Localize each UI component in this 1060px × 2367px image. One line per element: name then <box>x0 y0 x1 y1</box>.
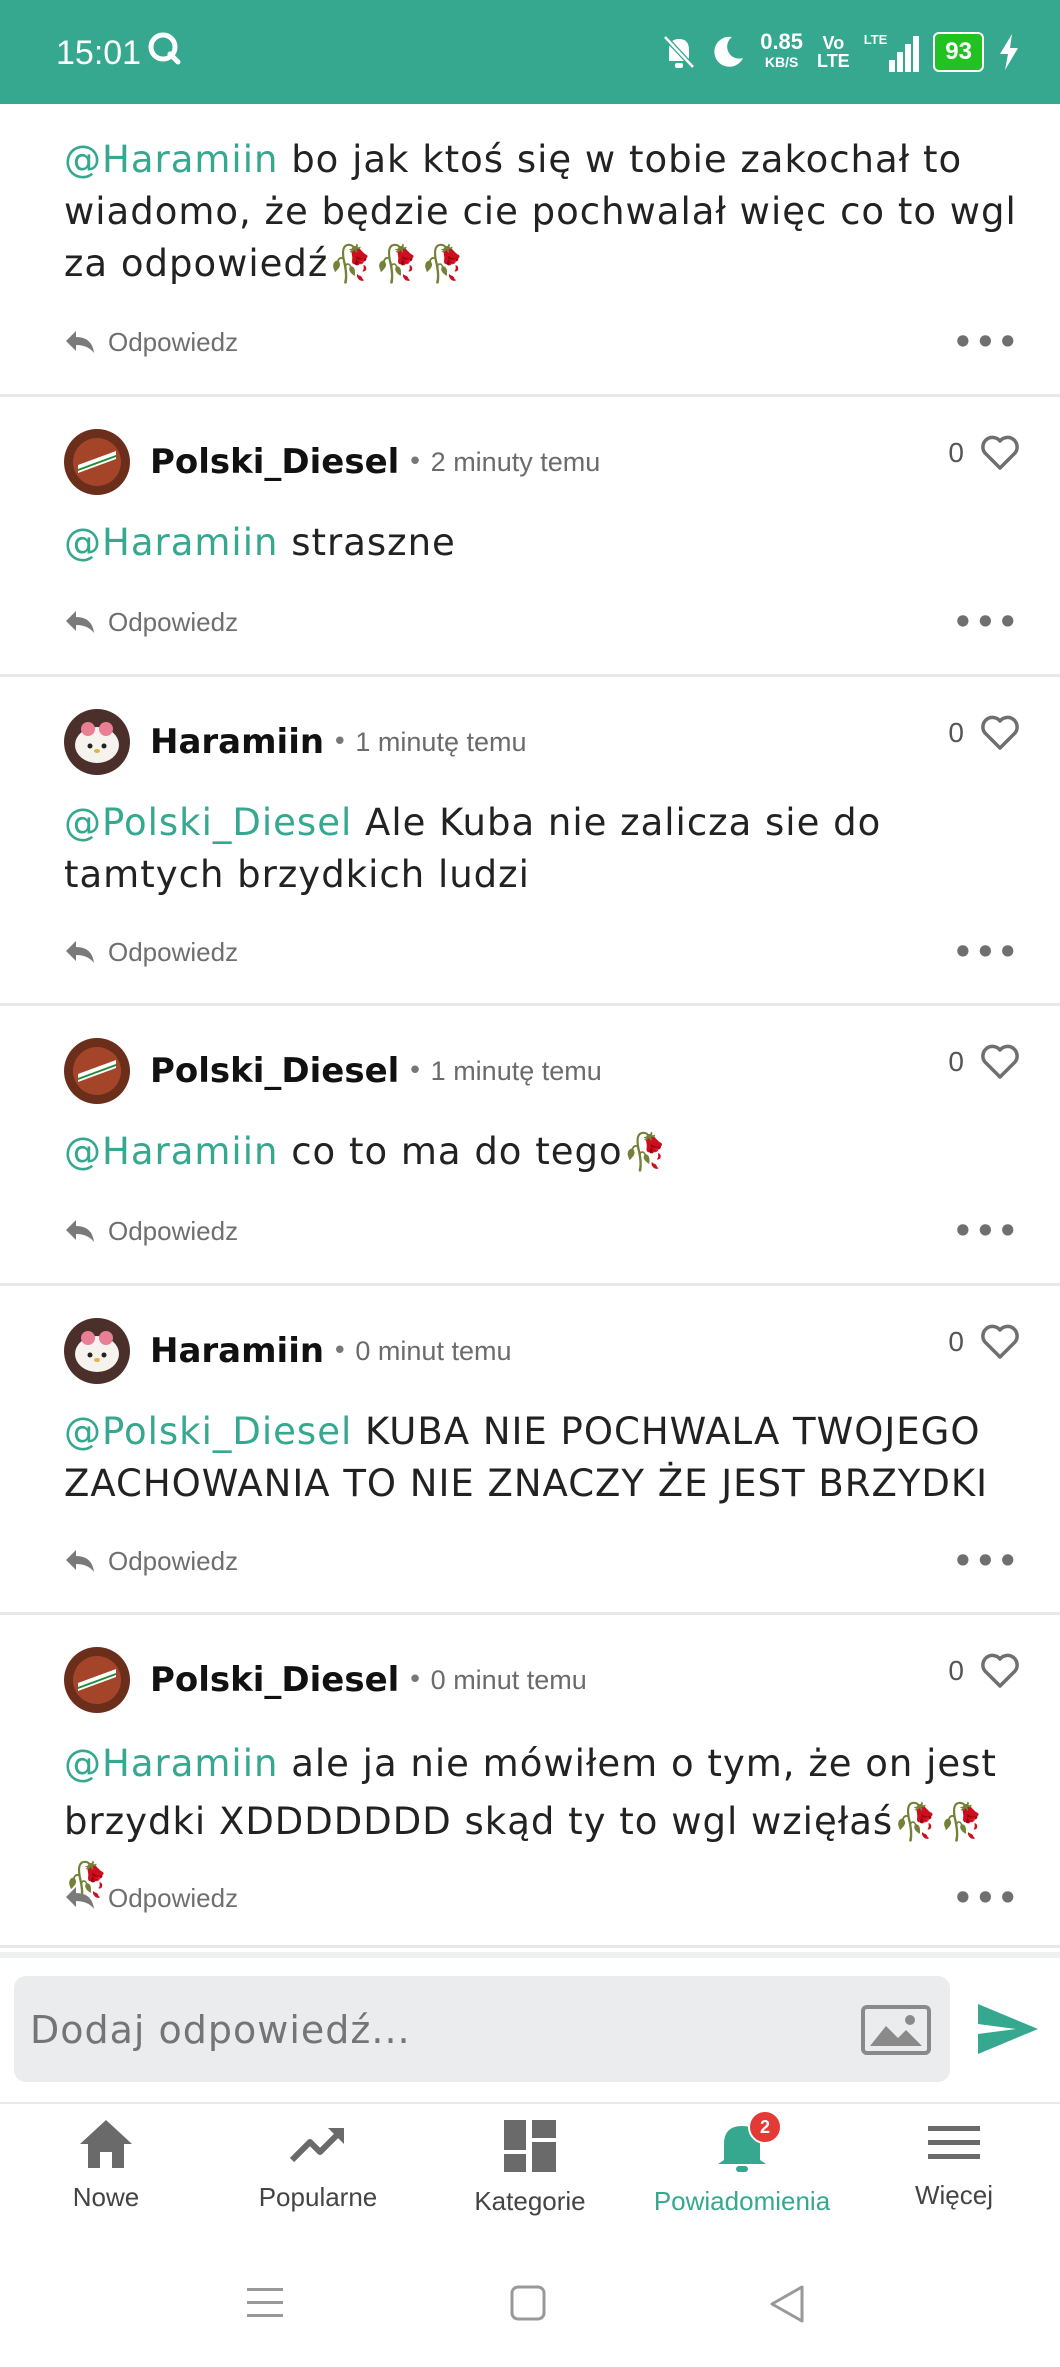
reply-icon <box>66 331 94 353</box>
comment-body: @Polski_Diesel Ale Kuba nie zalicza sie … <box>64 801 882 896</box>
app-notification-icon <box>148 32 181 65</box>
mention-link[interactable]: @Haramiin <box>64 1742 278 1785</box>
avatar[interactable] <box>64 1318 130 1384</box>
comment-item: @Haramiin bo jak ktoś się w tobie zakoch… <box>0 104 1060 397</box>
recent-apps-icon[interactable] <box>245 2284 285 2320</box>
charging-icon <box>1000 34 1018 70</box>
battery-indicator: 93 <box>933 32 984 72</box>
signal-icon: LTE <box>864 32 920 72</box>
like-count: 0 <box>948 1655 964 1686</box>
comment-body: @Haramiin straszne <box>64 521 456 564</box>
reply-button[interactable]: Odpowiedz <box>64 607 238 638</box>
comment-item: Haramiin • 1 minutę temu 0 @Polski_Diese… <box>0 677 1060 1006</box>
reply-icon <box>66 611 94 633</box>
system-navigation-bar <box>0 2232 1060 2367</box>
bottom-navigation: Nowe Popularne Kategorie 2 Powiadomienia <box>0 2102 1060 2234</box>
like-count: 0 <box>948 717 964 748</box>
menu-icon <box>928 2126 980 2159</box>
like-count: 0 <box>948 1326 964 1357</box>
more-options-button[interactable]: ••• <box>953 1542 1020 1580</box>
mention-link[interactable]: @Haramiin <box>64 1130 278 1173</box>
home-icon <box>80 2120 132 2168</box>
nav-item-nowe[interactable]: Nowe <box>0 2104 212 2234</box>
status-bar: 15:01 0.85 KB/S Vo LTE LTE 93 <box>0 0 1060 104</box>
reply-button[interactable]: Odpowiedz <box>64 937 238 968</box>
dashboard-icon <box>504 2120 556 2172</box>
comment-timestamp: 1 minutę temu <box>355 726 527 757</box>
comment-username[interactable]: Polski_Diesel <box>150 1051 399 1091</box>
heart-icon[interactable] <box>980 1653 1020 1689</box>
bell-muted-icon <box>663 35 696 69</box>
mention-link[interactable]: @Haramiin <box>64 521 278 564</box>
reply-input-container <box>14 1976 950 2084</box>
avatar[interactable] <box>64 1038 130 1104</box>
mention-link[interactable]: @Polski_Diesel <box>64 1410 352 1453</box>
reply-input[interactable] <box>28 1976 832 2084</box>
avatar[interactable] <box>64 1647 130 1713</box>
back-button-icon[interactable] <box>768 2284 806 2324</box>
reply-icon <box>66 941 94 963</box>
nav-item-kategorie[interactable]: Kategorie <box>424 2104 636 2234</box>
comment-body: @Haramiin co to ma do tego🥀 <box>64 1130 669 1173</box>
comment-item: Polski_Diesel • 1 minutę temu 0 @Haramii… <box>0 1006 1060 1286</box>
reply-icon <box>66 1887 94 1909</box>
more-options-button[interactable]: ••• <box>953 323 1020 361</box>
comment-item: Haramiin • 0 minut temu 0 @Polski_Diesel… <box>0 1286 1060 1615</box>
trending-icon <box>289 2127 345 2163</box>
wilted-rose-emoji: 🥀🥀🥀 <box>328 244 466 285</box>
avatar[interactable] <box>64 429 130 495</box>
comment-timestamp: 0 minut temu <box>430 1664 587 1695</box>
comment-username[interactable]: Haramiin <box>150 1331 324 1371</box>
nav-item-wiecej[interactable]: Więcej <box>848 2104 1060 2234</box>
heart-icon[interactable] <box>980 1044 1020 1080</box>
more-options-button[interactable]: ••• <box>953 933 1020 971</box>
moon-icon <box>714 36 744 67</box>
more-options-button[interactable]: ••• <box>953 1212 1020 1250</box>
like-count: 0 <box>948 1046 964 1077</box>
more-options-button[interactable]: ••• <box>953 603 1020 641</box>
reply-button[interactable]: Odpowiedz <box>64 1883 238 1914</box>
comment-username[interactable]: Polski_Diesel <box>150 442 399 482</box>
heart-icon[interactable] <box>980 435 1020 471</box>
nav-item-powiadomienia[interactable]: 2 Powiadomienia <box>636 2104 848 2234</box>
status-time: 15:01 <box>56 34 142 72</box>
notification-badge: 2 <box>748 2110 782 2144</box>
reply-button[interactable]: Odpowiedz <box>64 1216 238 1247</box>
mention-link[interactable]: @Polski_Diesel <box>64 801 352 844</box>
comment-timestamp: 0 minut temu <box>355 1335 512 1366</box>
home-button-icon[interactable] <box>509 2284 547 2322</box>
reply-composer <box>0 1952 1060 2108</box>
network-speed: 0.85 KB/S <box>760 29 804 71</box>
comment-timestamp: 1 minutę temu <box>430 1055 602 1086</box>
reply-icon <box>66 1220 94 1242</box>
reply-icon <box>66 1550 94 1572</box>
comment-body: @Polski_Diesel KUBA NIE POCHWALA TWOJEGO… <box>64 1410 989 1505</box>
like-count: 0 <box>948 437 964 468</box>
image-upload-icon[interactable] <box>860 2004 932 2056</box>
wilted-rose-emoji: 🥀 <box>622 1132 669 1173</box>
avatar[interactable] <box>64 709 130 775</box>
comment-item: Polski_Diesel • 2 minuty temu 0 @Haramii… <box>0 397 1060 677</box>
more-options-button[interactable]: ••• <box>953 1879 1020 1917</box>
comment-body: @Haramiin bo jak ktoś się w tobie zakoch… <box>64 138 1017 285</box>
comment-item: Polski_Diesel • 0 minut temu 0 @Haramiin… <box>0 1615 1060 1948</box>
heart-icon[interactable] <box>980 715 1020 751</box>
reply-button[interactable]: Odpowiedz <box>64 1546 238 1577</box>
comment-username[interactable]: Polski_Diesel <box>150 1660 399 1700</box>
send-icon[interactable] <box>976 2002 1040 2056</box>
comment-username[interactable]: Haramiin <box>150 722 324 762</box>
nav-item-popularne[interactable]: Popularne <box>212 2104 424 2234</box>
volte-indicator: Vo LTE <box>817 33 850 71</box>
reply-button[interactable]: Odpowiedz <box>64 327 238 358</box>
heart-icon[interactable] <box>980 1324 1020 1360</box>
comment-timestamp: 2 minuty temu <box>430 446 601 477</box>
mention-link[interactable]: @Haramiin <box>64 138 278 181</box>
